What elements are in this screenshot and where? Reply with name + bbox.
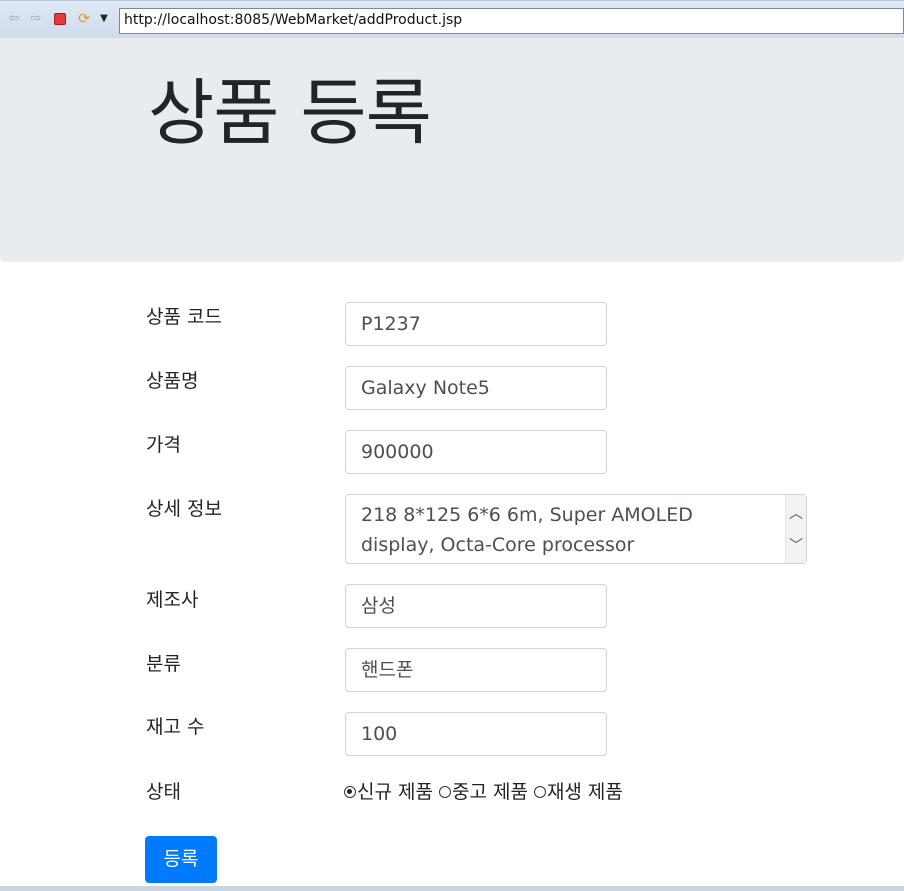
product-id-input[interactable]: P1237 (345, 302, 607, 346)
price-input[interactable]: 900000 (345, 430, 607, 474)
price-label: 가격 (146, 434, 181, 456)
category-input[interactable]: 핸드폰 (345, 648, 607, 692)
condition-label: 상태 (146, 781, 181, 803)
condition-old-label[interactable]: 중고 제품 (452, 778, 528, 806)
textarea-scrollbar[interactable]: ︿ ﹀ (785, 495, 806, 563)
submit-button[interactable]: 등록 (145, 836, 217, 883)
page-title: 상품 등록 (148, 71, 432, 155)
refresh-icon[interactable]: ⟳ (76, 11, 92, 27)
description-label: 상세 정보 (146, 498, 222, 520)
chevron-down-icon[interactable]: ﹀ (786, 535, 806, 555)
back-arrow-icon[interactable]: ⇦ (6, 11, 22, 27)
manufacturer-input[interactable]: 삼성 (345, 584, 607, 628)
chevron-up-icon[interactable]: ︿ (786, 503, 806, 523)
stop-icon[interactable] (52, 11, 68, 27)
forward-arrow-icon[interactable]: ⇨ (28, 11, 44, 27)
description-textarea[interactable]: 218 8*125 6*6 6m, Super AMOLED display, … (345, 494, 807, 564)
product-id-label: 상품 코드 (146, 306, 222, 328)
window-bottom-edge (0, 886, 904, 891)
condition-refurbished-radio[interactable] (533, 786, 546, 798)
stock-input[interactable]: 100 (345, 712, 607, 756)
menu-dropdown-icon[interactable]: ▼ (96, 11, 112, 27)
jumbotron: 상품 등록 (0, 38, 904, 262)
condition-old-radio[interactable] (438, 786, 451, 798)
description-text: 218 8*125 6*6 6m, Super AMOLED display, … (361, 504, 693, 556)
browser-toolbar: ⇦ ⇨ ⟳ ▼ http://localhost:8085/WebMarket/… (0, 0, 904, 38)
name-label: 상품명 (146, 370, 199, 392)
condition-new-radio[interactable] (344, 786, 356, 798)
manufacturer-label: 제조사 (146, 589, 199, 611)
url-input[interactable]: http://localhost:8085/WebMarket/addProdu… (119, 8, 904, 34)
condition-refurbished-label[interactable]: 재생 제품 (547, 778, 623, 806)
stock-label: 재고 수 (146, 716, 205, 738)
condition-new-label[interactable]: 신규 제품 (357, 778, 433, 806)
name-input[interactable]: Galaxy Note5 (345, 366, 607, 410)
category-label: 분류 (146, 653, 181, 675)
condition-radio-group: 신규 제품 중고 제품 재생 제품 (344, 778, 629, 806)
